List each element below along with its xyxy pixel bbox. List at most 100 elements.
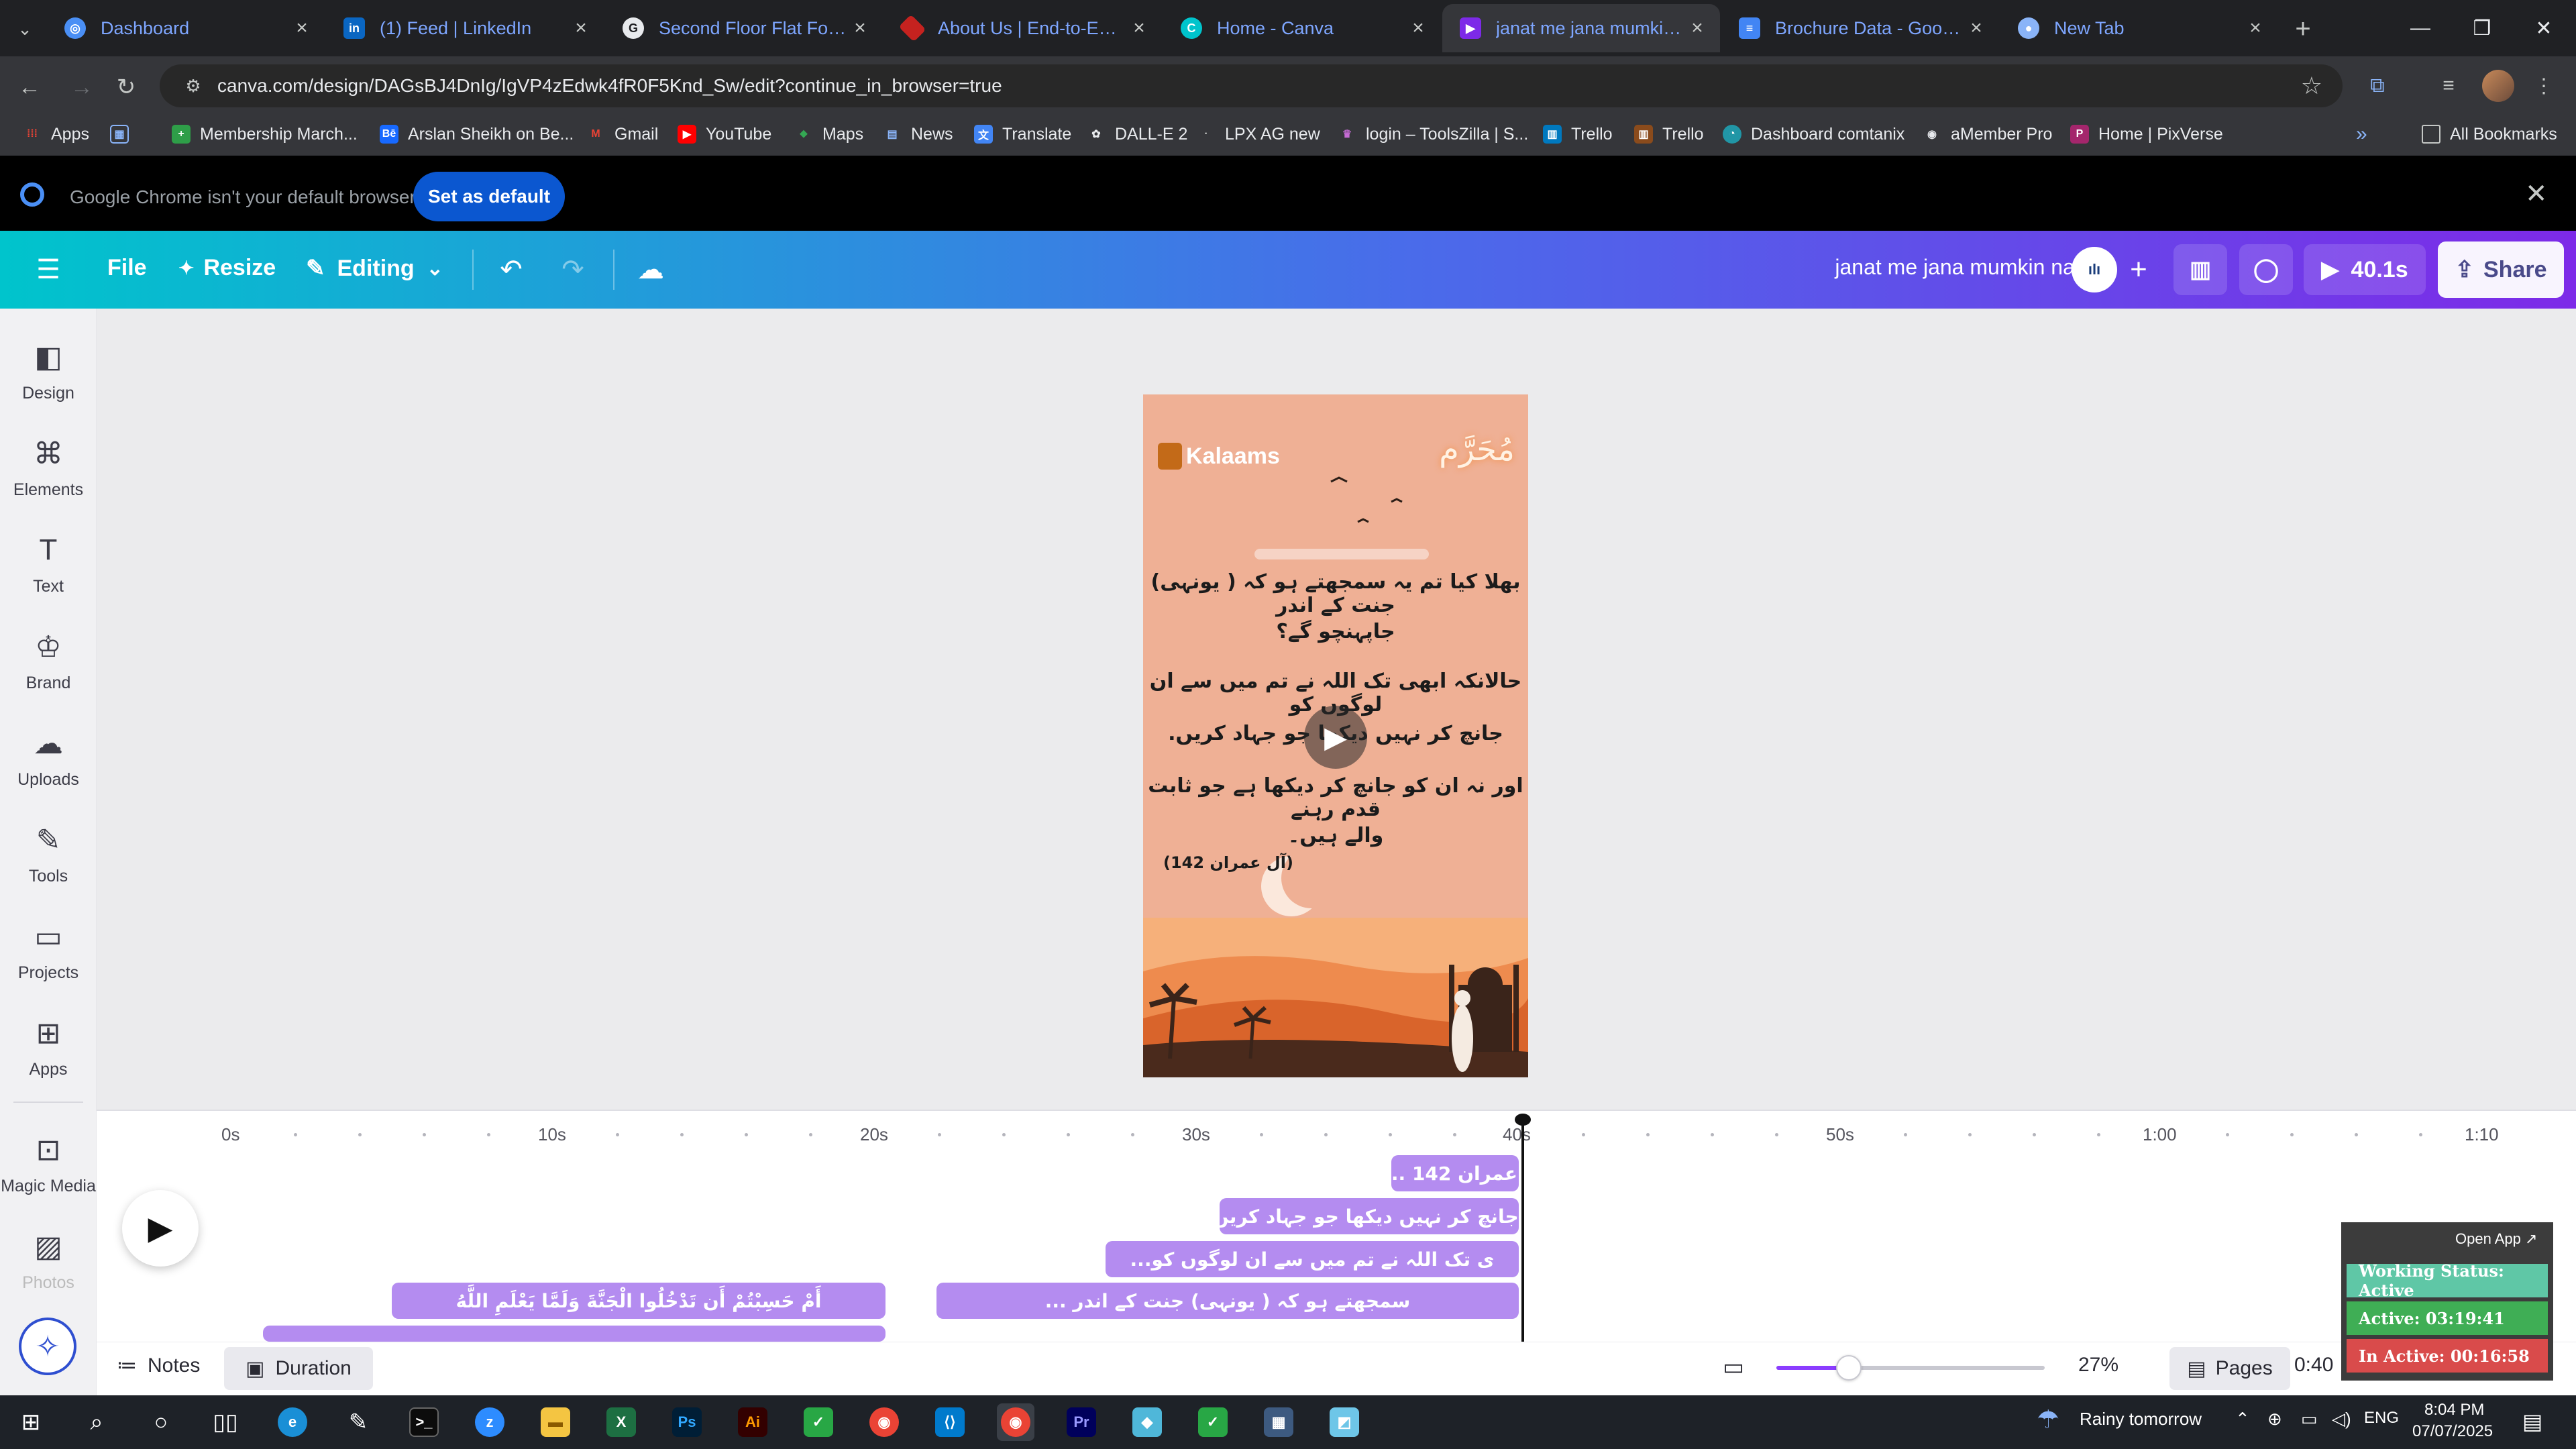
sidebar-item-magic-media[interactable]: ⊡ Magic Media [0,1131,97,1218]
bookmark-apps-grid[interactable]: ▦ [110,121,138,148]
cloud-saved-icon[interactable]: ☁ [632,251,669,288]
notes-button[interactable]: ≔ Notes [117,1354,200,1377]
chrome-icon[interactable]: ◉ [865,1403,903,1441]
redo-icon[interactable]: ↷ [554,251,592,288]
all-bookmarks[interactable]: All Bookmarks [2422,121,2557,148]
window-close-icon[interactable]: ✕ [2513,0,2575,56]
duration-button[interactable]: ▣ Duration [224,1347,373,1390]
sidebar-item-elements[interactable]: ⌘ Elements [0,435,97,522]
pages-button[interactable]: ▤ Pages [2169,1347,2290,1390]
bookmark-pixverse[interactable]: P Home | PixVerse [2070,121,2223,148]
insights-icon[interactable]: ▥ [2174,244,2227,295]
tab-brochure[interactable]: ≡ Brochure Data - Google D × [1721,4,1999,52]
close-icon[interactable]: × [568,17,594,40]
clock-date[interactable]: 07/07/2025 [2412,1422,2493,1441]
volume-icon[interactable]: ◁) [2332,1409,2351,1430]
bookmark-apps[interactable]: ⁞⁞⁞ Apps [23,121,89,148]
set-as-default-button[interactable]: Set as default [413,172,565,221]
address-bar[interactable]: ⚙ canva.com/design/DAGsBJ4DnIg/IgVP4zEdw… [160,64,2343,107]
tab-canva-design[interactable]: ▶ janat me jana mumkin nai × [1442,4,1720,52]
app-icon[interactable]: ◆ [1128,1403,1166,1441]
chevron-up-icon[interactable]: ⌃ [2235,1409,2250,1430]
extensions-icon[interactable]: ⧉ [2359,67,2396,105]
minimize-icon[interactable]: — [2390,0,2451,56]
close-icon[interactable]: × [847,17,873,40]
hamburger-menu-icon[interactable]: ☰ [30,251,67,288]
bookmark-trello-2[interactable]: ▥ Trello [1634,121,1704,148]
comments-icon[interactable]: ◯ [2239,244,2293,295]
undo-icon[interactable]: ↶ [492,251,530,288]
back-icon[interactable]: ← [11,68,48,106]
zoom-icon[interactable]: z [471,1403,508,1441]
sidebar-item-design[interactable]: ◧ Design [0,338,97,425]
tab-canva-home[interactable]: C Home - Canva × [1163,4,1441,52]
sidebar-item-projects[interactable]: ▭ Projects [0,918,97,1005]
clock-time[interactable]: 8:04 PM [2424,1401,2484,1419]
sidebar-item-apps[interactable]: ⊞ Apps [0,1014,97,1102]
more-bookmarks-icon[interactable]: » [2356,121,2367,148]
timeline-clip-partial[interactable] [263,1326,885,1342]
timeline-clip[interactable]: ... عمران 142) [1391,1155,1519,1191]
new-tab-icon[interactable]: + [2286,12,2320,46]
close-icon[interactable]: × [1126,17,1152,40]
resize-button[interactable]: ✦ Resize [178,255,276,281]
zoom-percent[interactable]: 27% [2078,1354,2118,1377]
wifi-icon[interactable]: ▭ [2301,1409,2318,1430]
media-control-icon[interactable]: ≡ [2430,67,2467,105]
verse-line[interactable]: جاپہنچو گے؟ [1143,620,1528,643]
site-info-icon[interactable]: ⚙ [173,76,213,97]
bookmark-trello-1[interactable]: ▥ Trello [1543,121,1613,148]
tab-dashboard[interactable]: ◎ Dashboard × [47,4,325,52]
bookmark-behance[interactable]: Bē Arslan Sheikh on Be... [380,121,574,148]
premiere-icon[interactable]: Pr [1063,1403,1100,1441]
language-indicator[interactable]: ENG [2364,1409,2399,1428]
illustrator-icon[interactable]: Ai [734,1403,771,1441]
close-icon[interactable]: × [1963,17,1990,40]
sidebar-item-uploads[interactable]: ☁ Uploads [0,724,97,812]
fit-screen-icon[interactable]: ▭ [1723,1354,1744,1381]
sidebar-item-photos[interactable]: ▨ Photos [0,1228,97,1295]
timeline-clip[interactable]: ...ی تک اللہ نے تم میں سے ان لوگوں کو [1106,1241,1519,1277]
weather-icon[interactable]: ☂ [2037,1405,2059,1435]
verse-line[interactable]: والے ہیں۔ [1143,824,1528,847]
close-icon[interactable]: × [1405,17,1432,40]
bookmark-membership[interactable]: + Membership March... [172,121,358,148]
tab-linkedin[interactable]: in (1) Feed | LinkedIn × [326,4,604,52]
close-icon[interactable]: × [2242,17,2269,40]
sidebar-item-tools[interactable]: ✎ Tools [0,821,97,908]
present-button[interactable]: ▶ 40.1s [2304,244,2426,295]
file-menu[interactable]: File [107,255,147,281]
profile-avatar[interactable] [2482,70,2514,102]
bookmark-youtube[interactable]: ▶ YouTube [678,121,771,148]
search-icon[interactable]: ⌕ [78,1403,115,1441]
excel-icon[interactable]: X [602,1403,640,1441]
sidebar-item-text[interactable]: T Text [0,531,97,619]
open-app-link[interactable]: Open App ↗ [2455,1230,2537,1248]
forward-icon[interactable]: → [63,68,101,106]
reload-icon[interactable]: ↻ [107,68,145,106]
terminal-icon[interactable]: >_ [405,1403,443,1441]
magic-assistant-icon[interactable]: ✧ [19,1318,76,1375]
tab-new-tab[interactable]: ● New Tab × [2000,4,2278,52]
team-avatar[interactable]: ılı [2072,247,2117,292]
bookmark-maps[interactable]: ⬥ Maps [794,121,863,148]
tab-search-icon[interactable]: ⌄ [9,13,40,44]
editing-mode-button[interactable]: ✎ Editing ⌄ [306,255,443,282]
pen-icon[interactable]: ✎ [339,1403,377,1441]
sidebar-item-brand[interactable]: ♔ Brand [0,628,97,715]
close-icon[interactable]: × [288,17,315,40]
verse-reference[interactable]: (آل عمران 142) [1163,853,1293,872]
tab-second-floor[interactable]: G Second Floor Flat For Ren × [605,4,883,52]
design-page[interactable]: Kalaams مُحَرَّم بھلا کیا تم یہ سمجھتے ہ… [1143,394,1528,1077]
vscode-icon[interactable]: ⟨⟩ [931,1403,969,1441]
file-explorer-icon[interactable]: ▬ [537,1403,574,1441]
chrome-menu-icon[interactable]: ⋮ [2525,67,2563,105]
task-view-icon[interactable]: ▯▯ [207,1403,244,1441]
photoshop-icon[interactable]: Ps [668,1403,706,1441]
app-icon[interactable]: ◩ [1326,1403,1363,1441]
timeline-clip[interactable]: أَمْ حَسِبْتُمْ أَن تَدْخُلُوا الْجَنَّة… [392,1283,885,1319]
bookmark-dalle[interactable]: ✿ DALL-E 2 [1087,121,1187,148]
playhead-handle[interactable] [1515,1114,1531,1126]
network-icon[interactable]: ⊕ [2267,1409,2282,1430]
cortana-icon[interactable]: ○ [142,1403,180,1441]
